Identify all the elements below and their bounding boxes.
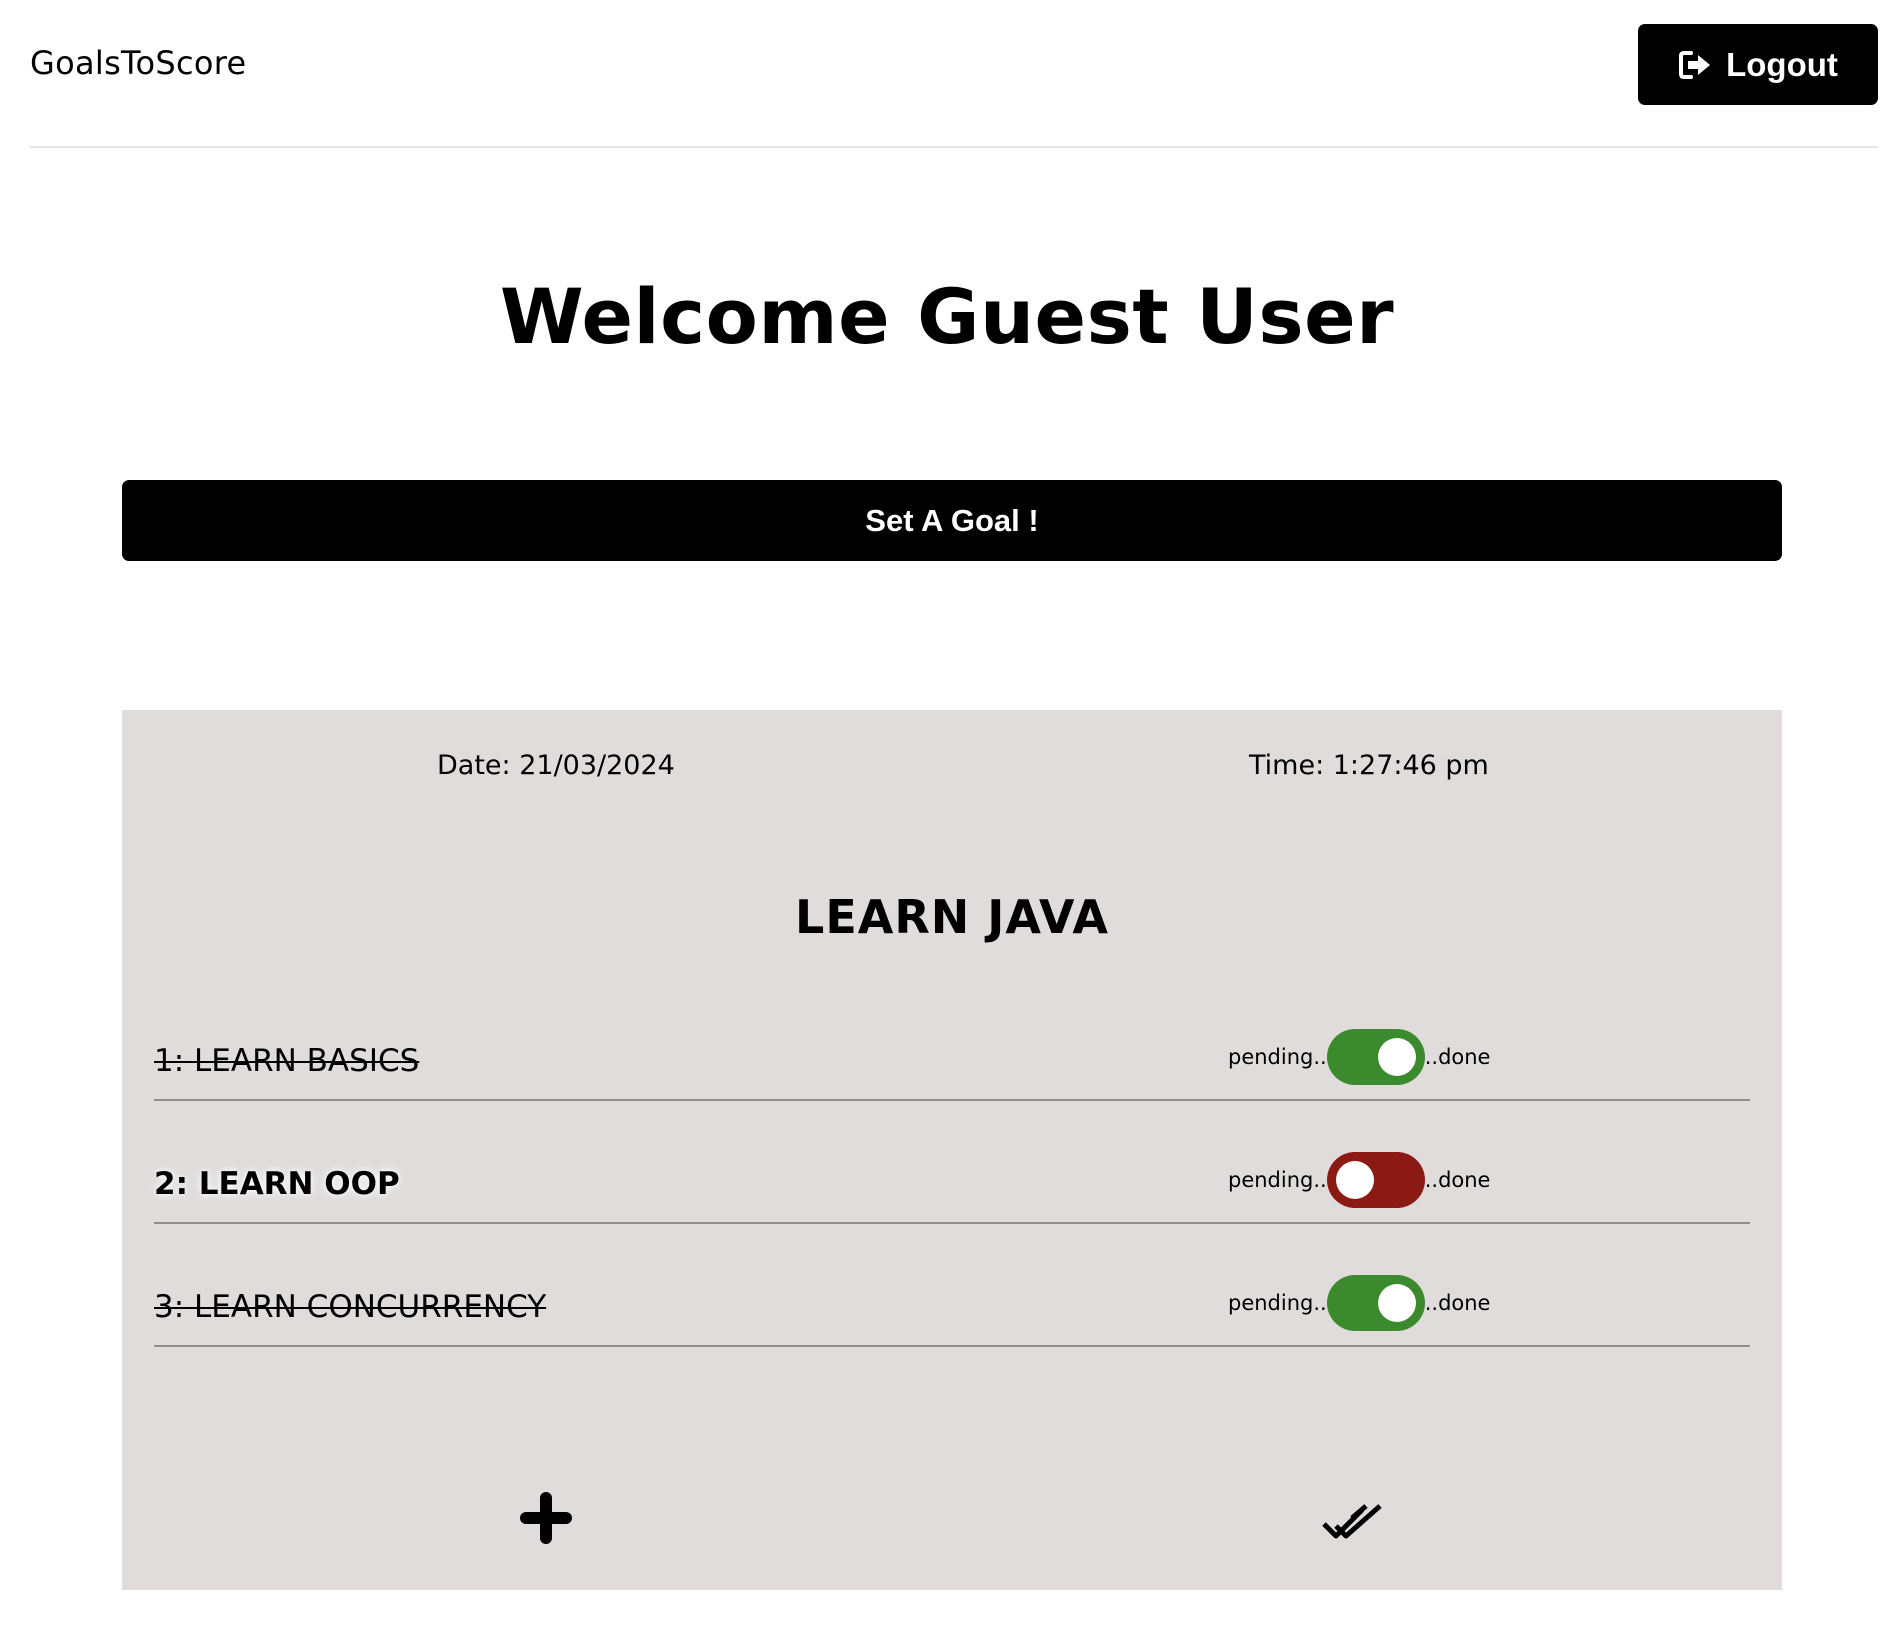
top-navbar: GoalsToScore Logout xyxy=(30,0,1878,148)
add-task-icon[interactable] xyxy=(518,1490,574,1546)
status-toggle-group: pending.. ..done xyxy=(1228,1275,1490,1331)
brand-logo-text[interactable]: GoalsToScore xyxy=(30,44,246,82)
task-label: 2: LEARN OOP xyxy=(154,1166,400,1202)
toggle-knob xyxy=(1377,1284,1416,1322)
goal-date: Date: 21/03/2024 xyxy=(437,750,675,781)
goal-title: LEARN JAVA xyxy=(795,890,1109,944)
toggle-done-text: ..done xyxy=(1424,1045,1491,1069)
toggle-knob xyxy=(1377,1038,1416,1076)
double-check-icon[interactable] xyxy=(1322,1502,1384,1542)
toggle-pending-text: pending.. xyxy=(1228,1291,1327,1315)
status-toggle[interactable] xyxy=(1326,1029,1425,1085)
toggle-done-text: ..done xyxy=(1424,1291,1491,1315)
task-row: 3: LEARN CONCURRENCY pending.. ..done xyxy=(154,1221,1750,1347)
status-toggle[interactable] xyxy=(1326,1152,1425,1208)
status-toggle-group: pending.. ..done xyxy=(1228,1152,1490,1208)
toggle-pending-text: pending.. xyxy=(1228,1045,1327,1069)
toggle-done-text: ..done xyxy=(1424,1168,1491,1192)
page: GoalsToScore Logout Welcome Guest User S… xyxy=(0,0,1894,1644)
set-goal-button[interactable]: Set A Goal ! xyxy=(122,480,1782,561)
task-label: 1: LEARN BASICS xyxy=(154,1043,420,1079)
task-row: 2: LEARN OOP pending.. ..done xyxy=(154,1098,1750,1224)
task-row: 1: LEARN BASICS pending.. ..done xyxy=(154,975,1750,1101)
sign-out-icon xyxy=(1679,50,1711,79)
welcome-heading: Welcome Guest User xyxy=(499,272,1395,361)
status-toggle[interactable] xyxy=(1326,1275,1425,1331)
goal-time: Time: 1:27:46 pm xyxy=(1249,750,1489,781)
toggle-pending-text: pending.. xyxy=(1228,1168,1327,1192)
status-toggle-group: pending.. ..done xyxy=(1228,1029,1490,1085)
logout-button[interactable]: Logout xyxy=(1638,24,1878,105)
task-label: 3: LEARN CONCURRENCY xyxy=(154,1289,547,1325)
toggle-knob xyxy=(1335,1161,1374,1199)
logout-label: Logout xyxy=(1726,45,1838,83)
